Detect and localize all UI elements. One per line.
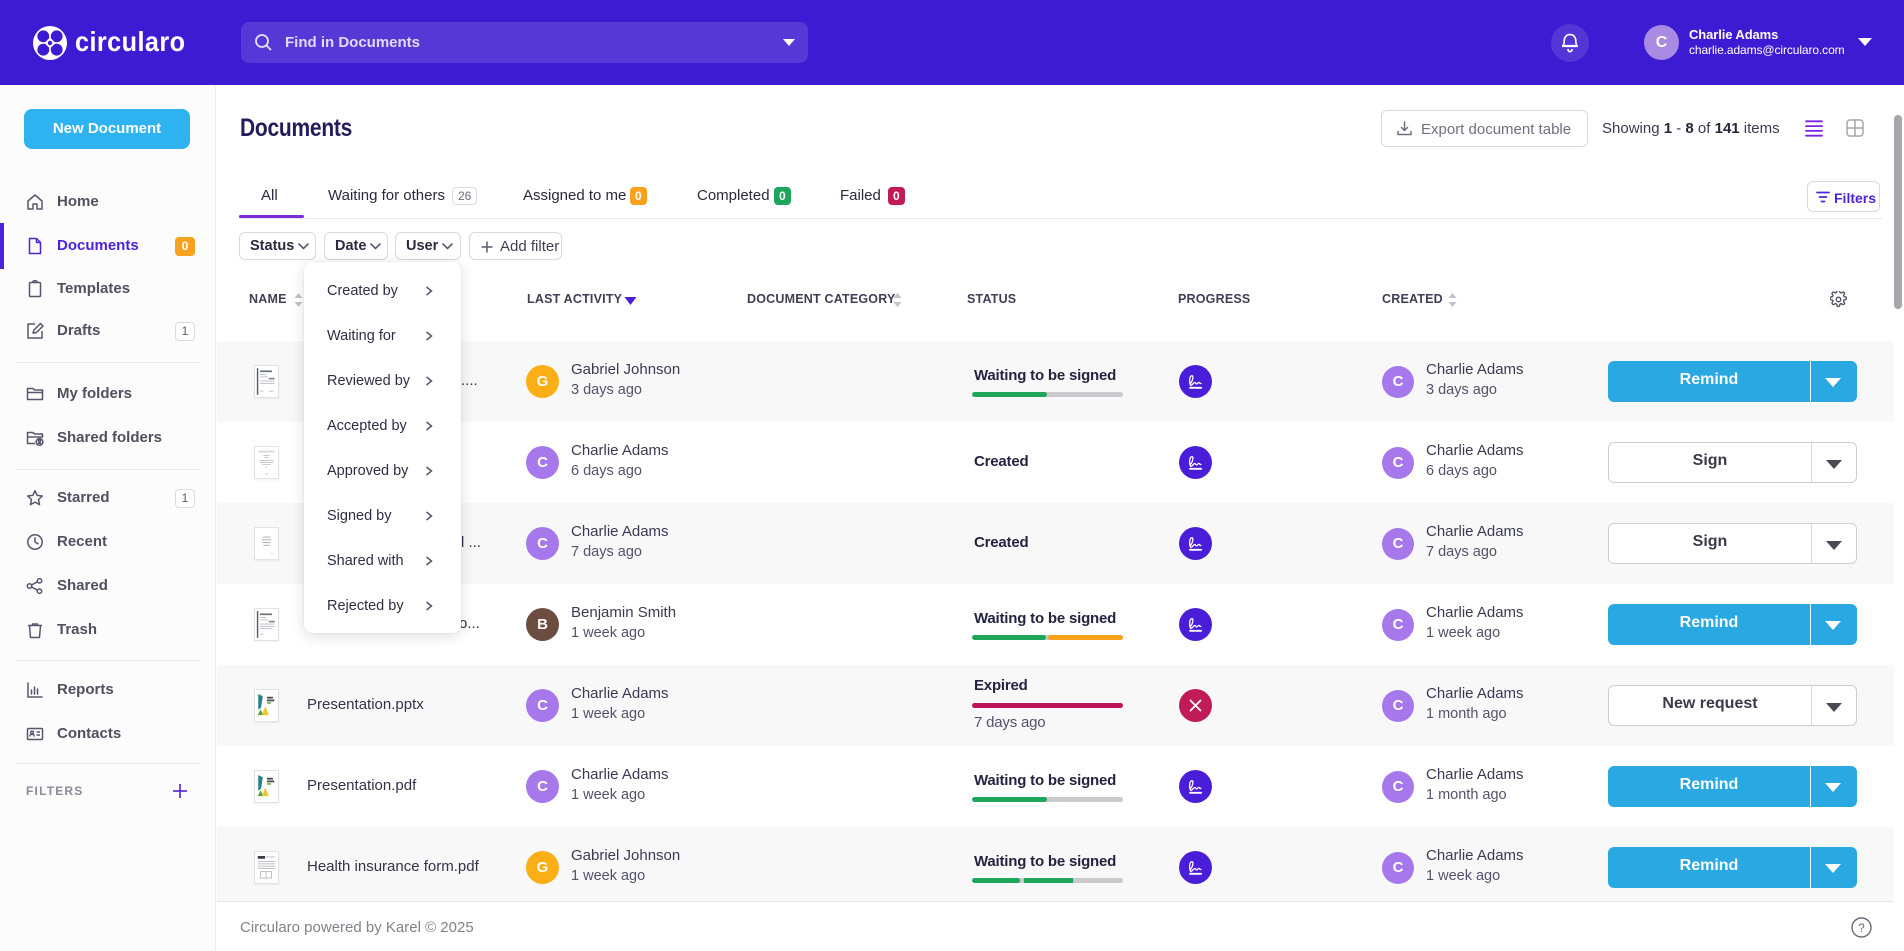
svg-text:?: ? (1858, 921, 1865, 935)
